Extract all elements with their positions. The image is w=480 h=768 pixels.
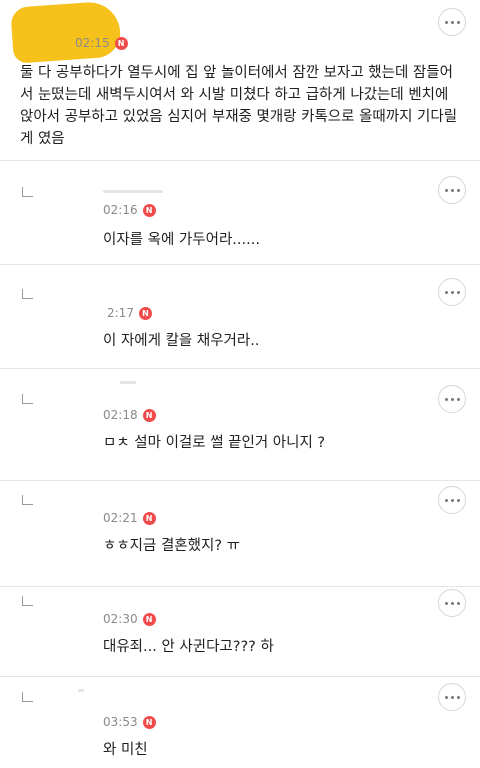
new-badge-icon: N: [142, 408, 156, 422]
comment-time: 02:21 N: [103, 511, 156, 525]
comment-text: ㅁㅊ 설마 이걸로 썰 끝인거 아니지 ?: [103, 435, 326, 451]
more-options-button[interactable]: [438, 176, 466, 204]
more-options-button[interactable]: [438, 385, 466, 413]
comment-item: 02:15 N 둘 다 공부하다가 열두시에 집 앞 놀이터에서 잠깐 보자고 했…: [0, 0, 480, 161]
reply-arrow-icon: [22, 692, 33, 702]
more-options-button[interactable]: [438, 486, 466, 514]
reply-item: 2:17 N 이 자에게 칼을 채우거라..: [0, 264, 480, 369]
reply-arrow-icon: [22, 394, 33, 404]
more-options-button[interactable]: [438, 683, 466, 711]
reply-arrow-icon: [22, 187, 33, 197]
redacted-username: [103, 190, 163, 193]
new-badge-icon: N: [142, 715, 156, 729]
new-badge-icon: N: [142, 612, 156, 626]
comment-time: 02:30 N: [103, 612, 156, 626]
redacted-username: [78, 689, 84, 692]
comment-text: ㅎㅎ지금 결혼했지? ㅠ: [103, 538, 240, 554]
reply-item: 02:16 N 이자를 옥에 가두어라......: [0, 160, 480, 265]
comment-time: 02:18 N: [103, 408, 156, 422]
reply-item: 03:53 N 와 미친: [0, 676, 480, 768]
comment-time: 03:53 N: [103, 715, 156, 729]
comment-time: 2:17 N: [107, 306, 152, 320]
comment-time: 02:16 N: [103, 203, 156, 217]
comment-text: 둘 다 공부하다가 열두시에 집 앞 놀이터에서 잠깐 보자고 했는데 잠들어서…: [20, 65, 458, 147]
comment-text: 와 미친: [103, 742, 148, 758]
redacted-username: [10, 0, 122, 64]
more-options-button[interactable]: [438, 278, 466, 306]
reply-item: 02:21 N ㅎㅎ지금 결혼했지? ㅠ: [0, 480, 480, 587]
reply-item: 02:30 N 대유죄... 안 사귄다고??? 하: [0, 586, 480, 677]
reply-arrow-icon: [22, 596, 33, 606]
more-options-button[interactable]: [438, 8, 466, 36]
more-options-button[interactable]: [438, 589, 466, 617]
comment-text: 이 자에게 칼을 채우거라..: [103, 333, 260, 349]
comment-time: 02:15 N: [75, 36, 128, 50]
redacted-username: [120, 381, 136, 384]
reply-arrow-icon: [22, 495, 33, 505]
new-badge-icon: N: [114, 36, 128, 50]
new-badge-icon: N: [142, 203, 156, 217]
new-badge-icon: N: [138, 306, 152, 320]
comment-text: 대유죄... 안 사귄다고??? 하: [103, 639, 274, 655]
new-badge-icon: N: [142, 511, 156, 525]
reply-item: 02:18 N ㅁㅊ 설마 이걸로 썰 끝인거 아니지 ?: [0, 368, 480, 481]
comment-text: 이자를 옥에 가두어라......: [103, 232, 260, 248]
reply-arrow-icon: [22, 289, 33, 299]
